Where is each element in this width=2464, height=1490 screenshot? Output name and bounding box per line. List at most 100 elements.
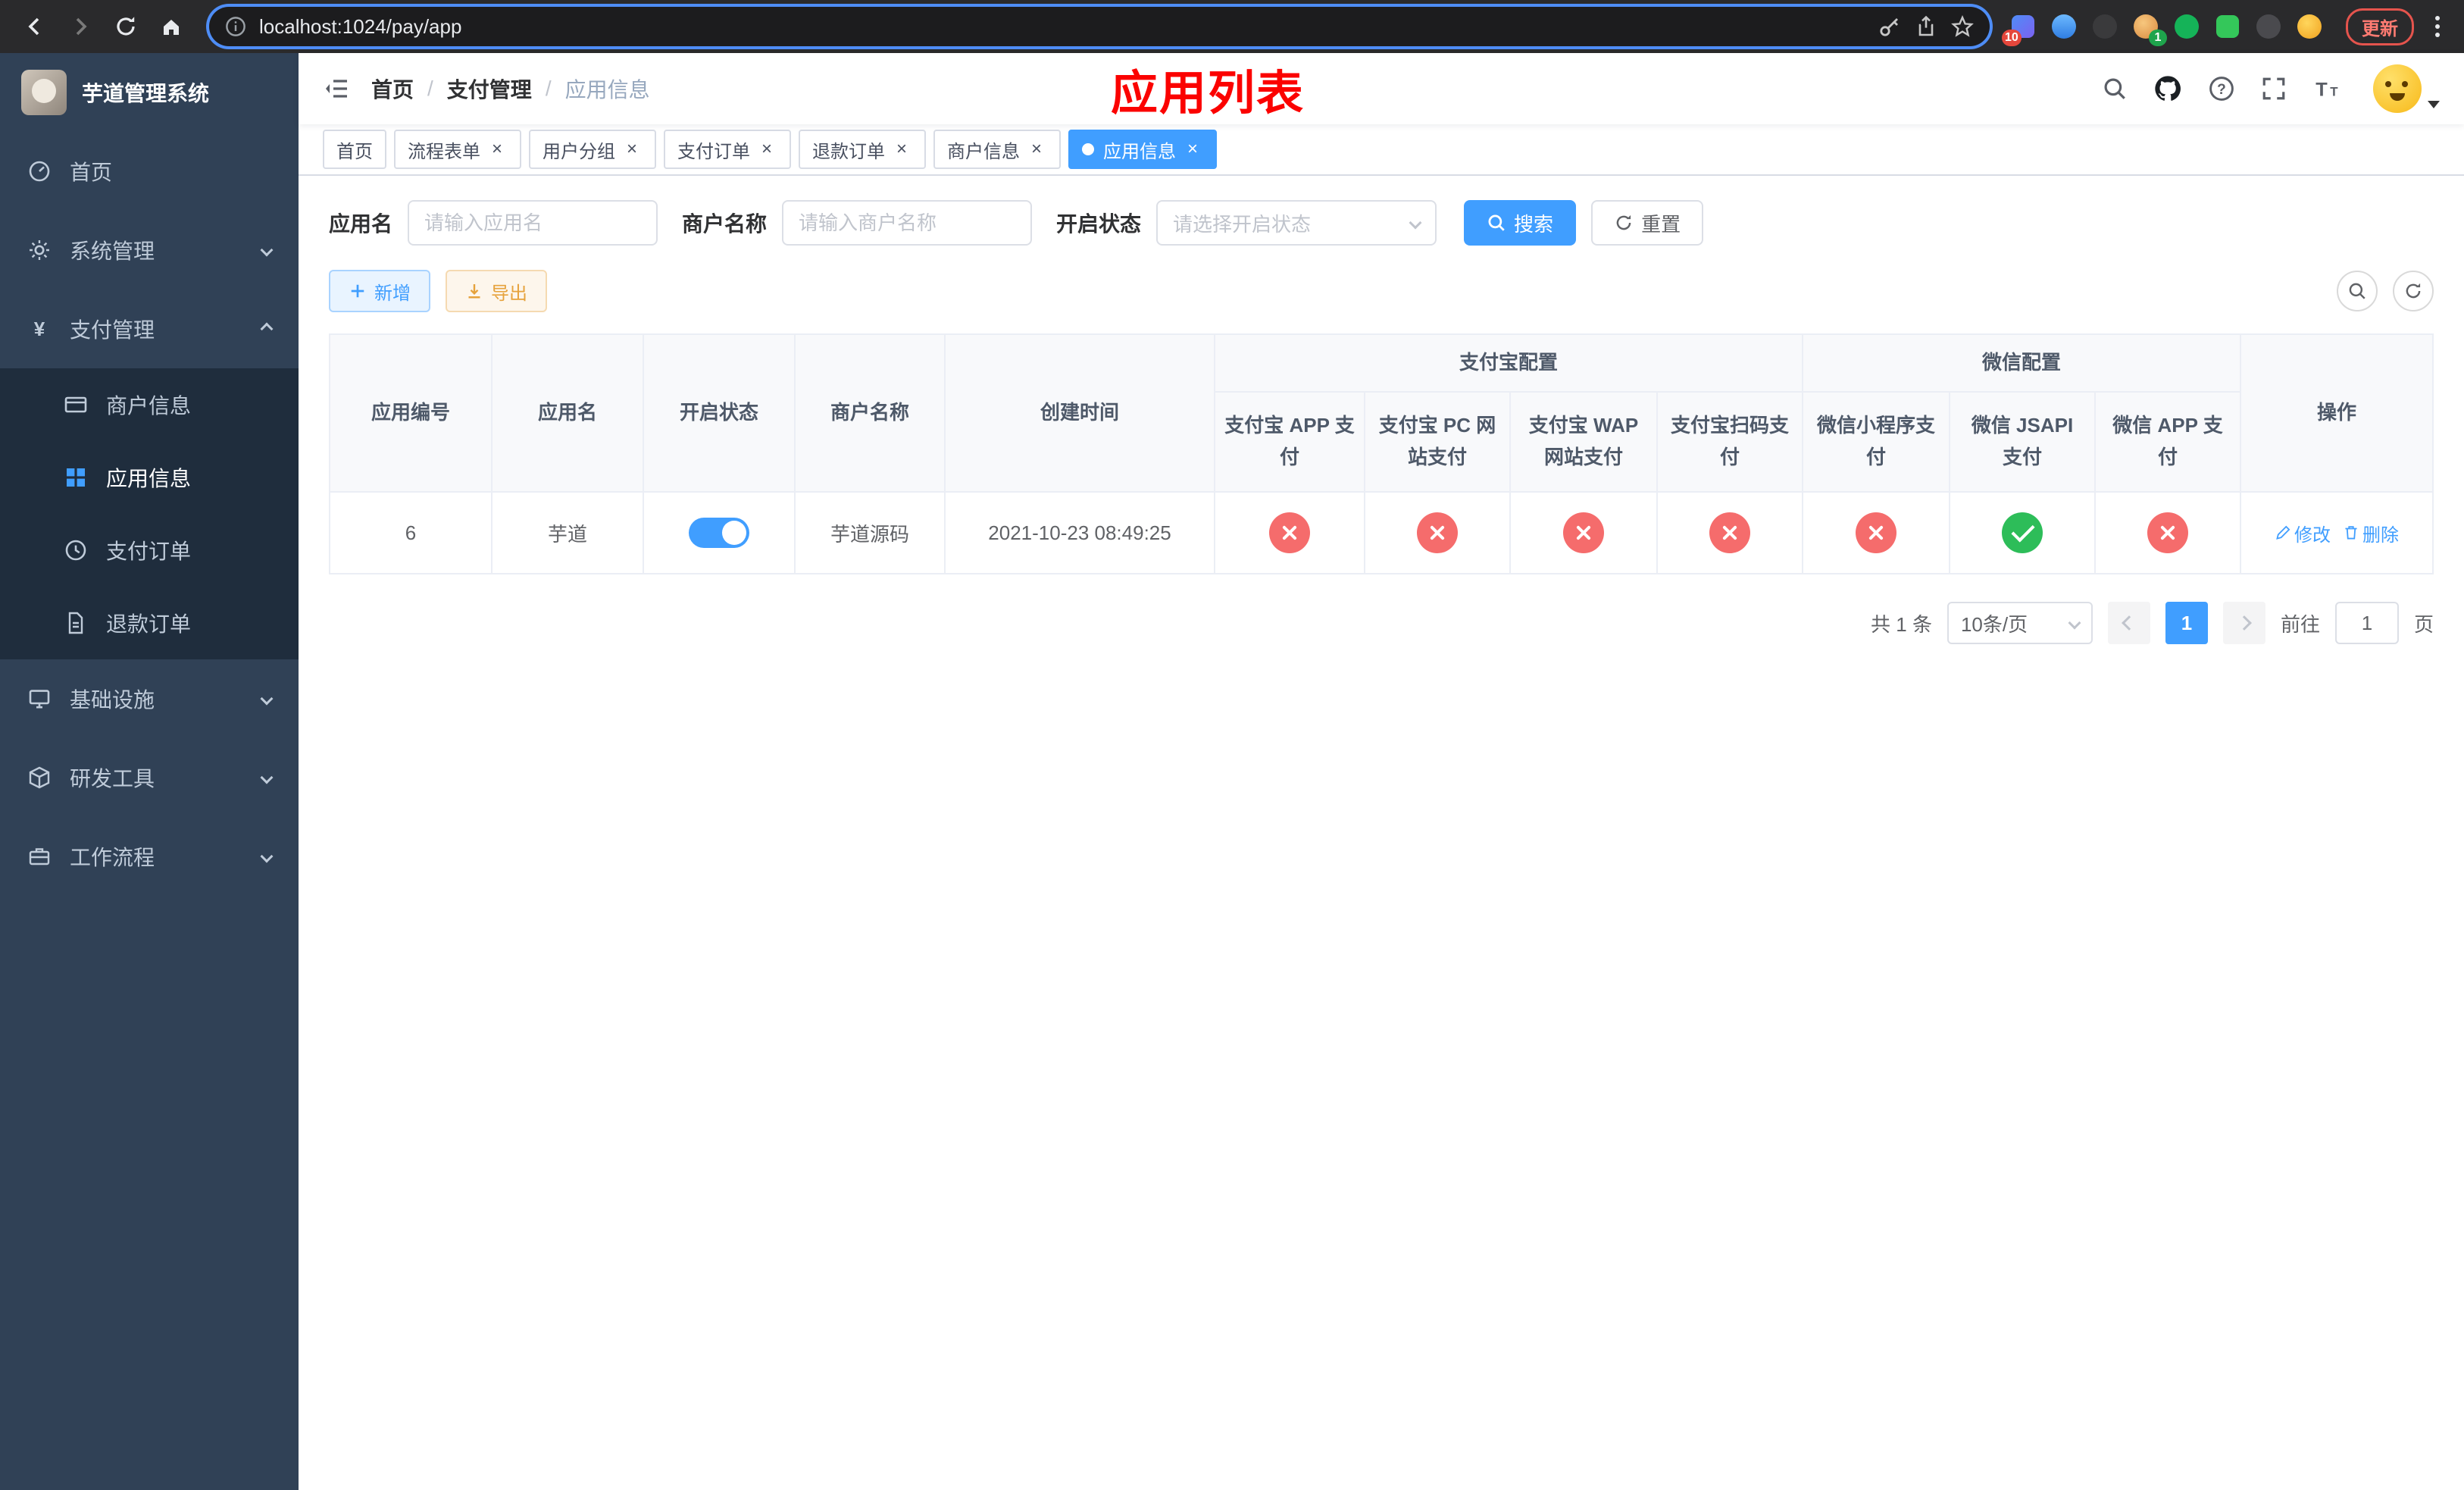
svg-text:?: ? — [2217, 82, 2226, 98]
browser-menu-button[interactable] — [2426, 16, 2449, 37]
tab-process-form[interactable]: 流程表单 — [394, 130, 521, 169]
gear-icon — [27, 238, 52, 262]
edit-link[interactable]: 修改 — [2275, 520, 2331, 546]
breadcrumb-section[interactable]: 支付管理 — [447, 74, 532, 104]
sidebar-item-merchant-info[interactable]: 商户信息 — [0, 368, 299, 441]
payment-submenu: 商户信息 应用信息 支付订单 退款订单 — [0, 368, 299, 659]
merchant-name-input[interactable] — [782, 200, 1033, 246]
sidebar-item-infrastructure[interactable]: 基础设施 — [0, 659, 299, 738]
bookmark-star-icon[interactable] — [1950, 14, 1975, 39]
chevron-down-icon — [260, 243, 274, 257]
close-icon[interactable] — [891, 139, 912, 160]
browser-update-button[interactable]: 更新 — [2346, 8, 2414, 45]
alipay-wap-status-icon — [1563, 512, 1604, 553]
sidebar-item-payment[interactable]: ¥ 支付管理 — [0, 290, 299, 368]
cube-icon — [27, 765, 52, 790]
help-icon[interactable]: ? — [2208, 75, 2235, 102]
total-count: 共 1 条 — [1871, 612, 1932, 636]
sidebar-item-pay-order[interactable]: 支付订单 — [0, 514, 299, 587]
dashboard-icon — [27, 159, 52, 183]
status-select[interactable]: 请选择开启状态 — [1156, 200, 1437, 246]
sidebar-collapse-icon[interactable] — [323, 75, 350, 102]
browser-back-button[interactable] — [15, 7, 55, 46]
password-key-icon[interactable] — [1878, 14, 1902, 39]
sidebar-item-system[interactable]: 系统管理 — [0, 211, 299, 290]
extension-icon[interactable] — [2253, 11, 2284, 42]
reset-button[interactable]: 重置 — [1591, 200, 1704, 246]
delete-link-label: 删除 — [2362, 524, 2400, 546]
tab-merchant-info[interactable]: 商户信息 — [933, 130, 1061, 169]
close-icon[interactable] — [486, 139, 508, 160]
sidebar-item-app-info[interactable]: 应用信息 — [0, 441, 299, 514]
sidebar-item-label: 工作流程 — [70, 846, 155, 869]
close-icon[interactable] — [1026, 139, 1047, 160]
sidebar-item-label: 系统管理 — [70, 239, 155, 263]
close-icon[interactable] — [756, 139, 777, 160]
tab-pay-order[interactable]: 支付订单 — [664, 130, 791, 169]
user-menu[interactable] — [2373, 64, 2440, 113]
url-bar[interactable]: localhost:1024/pay/app — [209, 7, 1990, 46]
app-name-input[interactable] — [408, 200, 658, 246]
tab-label: 退款订单 — [812, 141, 885, 162]
tab-label: 应用信息 — [1103, 141, 1176, 162]
next-page-button[interactable] — [2222, 602, 2265, 644]
extension-icon[interactable] — [2294, 11, 2325, 42]
site-info-icon[interactable] — [224, 15, 247, 38]
extension-icon[interactable] — [2049, 11, 2079, 42]
font-size-icon[interactable]: TT — [2312, 76, 2341, 102]
briefcase-icon — [27, 844, 52, 869]
extension-icon[interactable] — [2212, 11, 2243, 42]
close-icon[interactable] — [1182, 139, 1203, 160]
browser-home-button[interactable] — [152, 7, 191, 46]
close-icon[interactable] — [621, 139, 643, 160]
tab-label: 流程表单 — [408, 141, 480, 162]
tab-user-group[interactable]: 用户分组 — [529, 130, 656, 169]
page-number-button[interactable]: 1 — [2165, 602, 2208, 644]
cell-merchant: 芋道源码 — [794, 491, 946, 574]
col-header-name: 应用名 — [491, 333, 644, 493]
fullscreen-icon[interactable] — [2261, 76, 2287, 102]
extension-icon[interactable]: 10 — [2002, 11, 2038, 46]
add-button-label: 新增 — [374, 283, 411, 304]
extension-icon[interactable]: 1 — [2131, 11, 2167, 46]
sidebar-item-home[interactable]: 首页 — [0, 132, 299, 211]
extension-icon[interactable] — [2090, 11, 2120, 42]
enabled-toggle[interactable] — [689, 518, 749, 548]
sidebar-item-dev-tools[interactable]: 研发工具 — [0, 738, 299, 817]
prev-page-button[interactable] — [2107, 602, 2150, 644]
tab-refund-order[interactable]: 退款订单 — [799, 130, 926, 169]
chevron-down-icon — [2428, 101, 2440, 108]
browser-reload-button[interactable] — [106, 7, 145, 46]
chevron-up-icon — [260, 322, 274, 336]
share-icon[interactable] — [1914, 14, 1938, 39]
col-header-id: 应用编号 — [329, 333, 492, 493]
avatar[interactable] — [2373, 64, 2422, 113]
sidebar-item-workflow[interactable]: 工作流程 — [0, 817, 299, 896]
goto-page-input[interactable] — [2334, 602, 2399, 644]
search-button[interactable]: 搜索 — [1464, 200, 1577, 246]
sidebar-item-refund-order[interactable]: 退款订单 — [0, 587, 299, 659]
sidebar-item-label: 支付订单 — [106, 540, 192, 563]
search-icon[interactable] — [2102, 76, 2128, 102]
page-size-select[interactable]: 10条/页 — [1946, 602, 2093, 644]
export-button-label: 导出 — [491, 283, 527, 304]
sidebar-item-label: 研发工具 — [70, 767, 155, 790]
export-button[interactable]: 导出 — [446, 270, 547, 312]
refresh-button[interactable] — [2393, 271, 2434, 311]
github-icon[interactable] — [2153, 74, 2182, 103]
filter-form: 应用名 商户名称 开启状态 请选择开启状态 搜索 重置 — [329, 200, 2434, 246]
browser-chrome: localhost:1024/pay/app 10 1 更新 — [0, 0, 2464, 53]
url-text[interactable]: localhost:1024/pay/app — [259, 15, 1865, 39]
app-logo-row[interactable]: 芋道管理系统 — [0, 53, 299, 132]
alipay-qr-status-icon — [1709, 512, 1750, 553]
reset-button-label: 重置 — [1641, 212, 1681, 236]
toggle-search-button[interactable] — [2337, 271, 2378, 311]
chevron-down-icon — [260, 692, 274, 706]
tab-app-info[interactable]: 应用信息 — [1068, 130, 1217, 169]
browser-forward-button[interactable] — [61, 7, 100, 46]
delete-link[interactable]: 删除 — [2343, 520, 2399, 546]
extension-icon[interactable] — [2172, 11, 2202, 42]
add-button[interactable]: 新增 — [329, 270, 430, 312]
breadcrumb-home[interactable]: 首页 — [371, 74, 414, 104]
tab-home[interactable]: 首页 — [323, 130, 386, 169]
